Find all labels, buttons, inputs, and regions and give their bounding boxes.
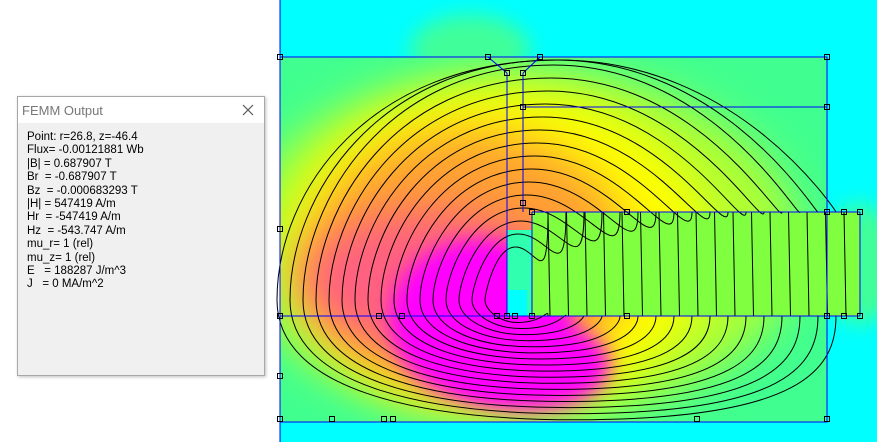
output-text: Point: r=26.8, z=-46.4 Flux= -0.00121881… bbox=[18, 123, 264, 292]
output-current-density: J = 0 MA/m^2 bbox=[27, 278, 104, 291]
output-flux: Flux= -0.00121881 Wb bbox=[27, 144, 144, 157]
output-b-magnitude: |B| = 0.687907 T bbox=[27, 157, 112, 170]
output-hr: Hr = -547419 A/m bbox=[27, 211, 121, 224]
output-mu-r: mu_r= 1 (rel) bbox=[27, 238, 94, 251]
density-shading bbox=[280, 57, 827, 422]
output-point: Point: r=26.8, z=-46.4 bbox=[27, 131, 138, 143]
femm-output-window: FEMM Output Point: r=26.8, z=-46.4 Flux=… bbox=[17, 96, 265, 376]
output-bz: Bz = -0.000683293 T bbox=[27, 184, 138, 197]
window-title: FEMM Output bbox=[22, 103, 103, 118]
output-h-magnitude: |H| = 547419 A/m bbox=[27, 198, 116, 211]
title-bar[interactable]: FEMM Output bbox=[18, 97, 264, 123]
output-hz: Hz = -543.747 A/m bbox=[27, 224, 126, 237]
output-energy: E = 188287 J/m^3 bbox=[27, 265, 127, 278]
output-mu-z: mu_z= 1 (rel) bbox=[27, 251, 96, 264]
output-br: Br = -0.687907 T bbox=[27, 171, 117, 184]
close-icon[interactable] bbox=[238, 100, 258, 120]
